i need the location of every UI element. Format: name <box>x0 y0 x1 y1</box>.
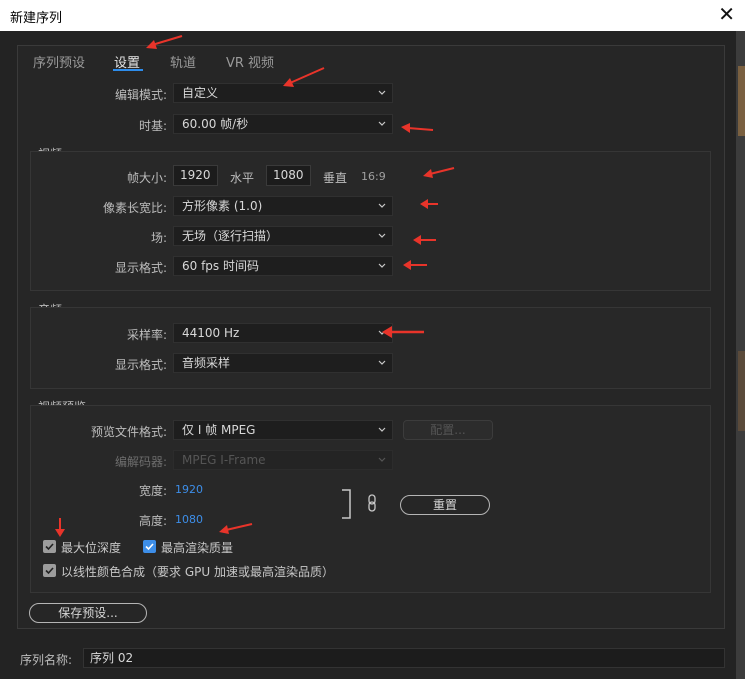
red-arrow-icon <box>403 260 411 270</box>
red-arrow-icon <box>219 525 229 534</box>
red-arrow-icon <box>420 199 428 209</box>
red-arrow-icon <box>401 123 410 133</box>
red-arrow-icon <box>146 40 157 49</box>
red-arrow-icon <box>413 235 421 245</box>
red-arrow-icon <box>423 169 433 178</box>
red-arrow-icon <box>382 326 392 338</box>
red-arrow-icon <box>55 529 65 537</box>
annotation-arrows <box>55 35 455 537</box>
